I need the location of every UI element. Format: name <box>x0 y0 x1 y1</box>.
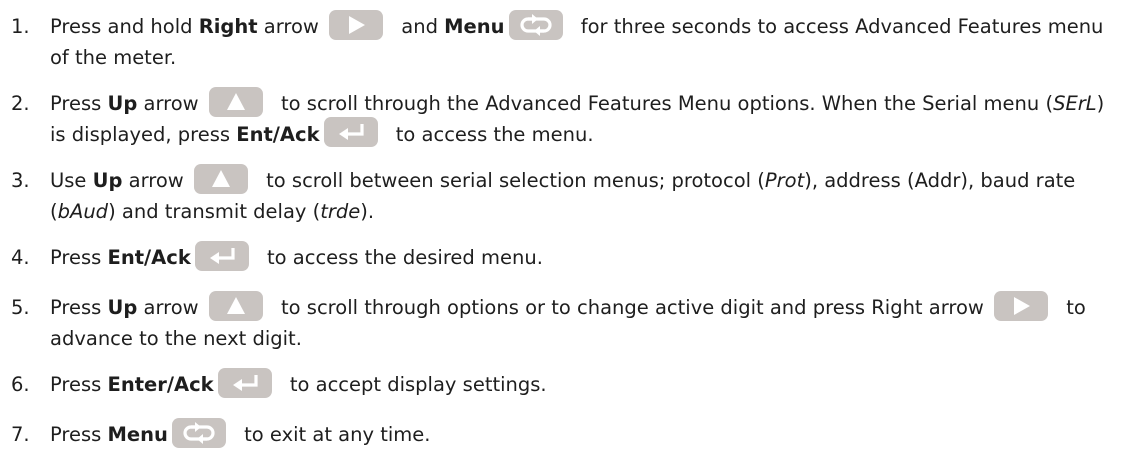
step-number: 3. <box>11 169 30 192</box>
step-text: Use Up arrow to scroll between serial se… <box>50 163 1114 226</box>
enter-key-icon <box>323 117 378 147</box>
up-arrow-key-icon <box>208 290 263 321</box>
step-text: Press Up arrow to scroll through the Adv… <box>50 86 1114 150</box>
right-arrow-key-icon <box>994 290 1049 321</box>
menu-key-icon <box>171 417 226 448</box>
enter-key-icon <box>194 240 249 271</box>
right-arrow-key-icon <box>329 9 384 40</box>
enter-key-icon <box>217 367 272 398</box>
step-number: 7. <box>11 423 30 446</box>
step-text: Press and hold Right arrow and Menu for … <box>50 9 1114 72</box>
step-text: Press Enter/Ack to accept display settin… <box>50 367 1114 401</box>
step-number: 1. <box>11 15 30 38</box>
step-number: 4. <box>11 246 30 269</box>
instruction-list: 1. Press and hold Right arrow and Menu f… <box>0 0 1122 458</box>
up-arrow-key-icon <box>208 86 263 117</box>
menu-key-icon <box>508 9 563 40</box>
step-number: 5. <box>11 296 30 319</box>
step-text: Press Menu to exit at any time. <box>50 417 1114 451</box>
step-number: 6. <box>11 373 30 396</box>
step-text: Press Ent/Ack to access the desired menu… <box>50 240 1114 274</box>
step-text: Press Up arrow to scroll through options… <box>50 290 1114 353</box>
step-number: 2. <box>11 92 30 115</box>
up-arrow-key-icon <box>193 163 248 194</box>
